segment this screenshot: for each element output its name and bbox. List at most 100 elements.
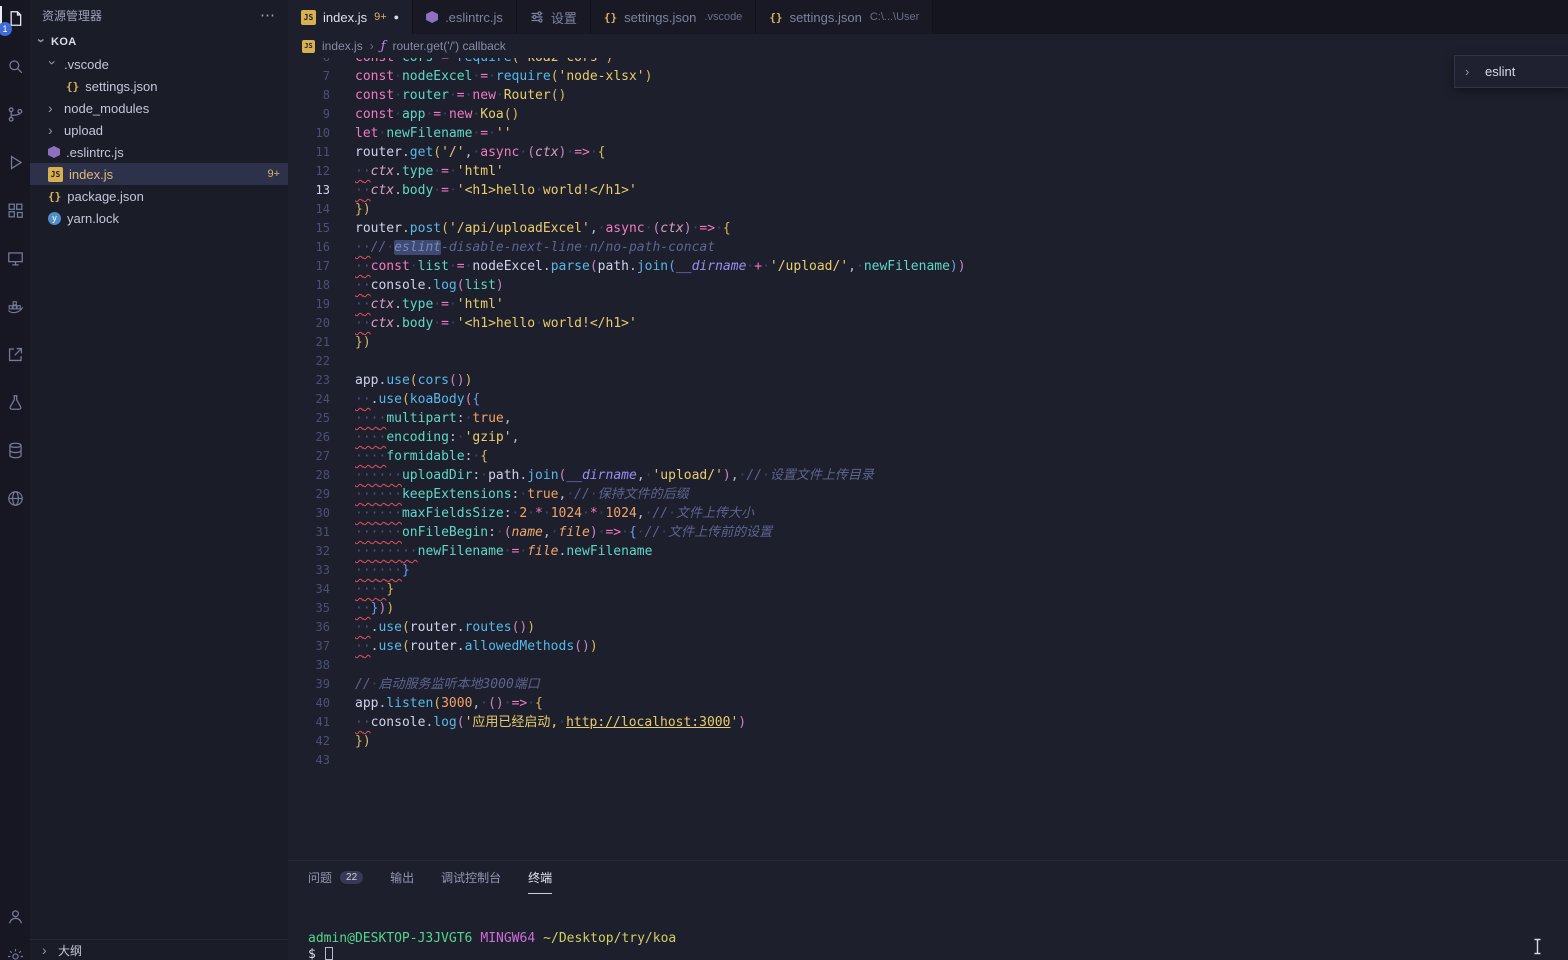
code-line[interactable]: 21}) [288, 333, 1568, 352]
code-line[interactable]: 32 ········newFilename·=·file.newFilename [288, 542, 1568, 561]
file-label: .eslintrc.js [66, 144, 124, 160]
chevron-down-icon: › [34, 37, 51, 43]
breadcrumb-file[interactable]: index.js [322, 39, 363, 53]
code-line[interactable]: 34 ····} [288, 580, 1568, 599]
code-line[interactable]: 19 ··ctx.type·=·'html' [288, 295, 1568, 314]
code-line[interactable]: 12 ··ctx.type·=·'html' [288, 162, 1568, 181]
code-editor[interactable]: 6const·cors·=·require('koa2-cors')7const… [288, 58, 1568, 860]
code-line[interactable]: 25 ····multipart:·true, [288, 409, 1568, 428]
tab-description: .vscode [704, 11, 743, 23]
tab-settings[interactable]: 设置 [516, 0, 591, 34]
panel-tab-problems[interactable]: 问题 22 [308, 861, 364, 894]
code-line[interactable]: 35 ··})) [288, 599, 1568, 618]
code-line[interactable]: 20 ··ctx.body·=·'<h1>hello·world!</h1>' [288, 314, 1568, 333]
tree-item-node-modules[interactable]: › node_modules [30, 97, 288, 119]
line-number: 13 [315, 183, 330, 197]
tab-settings-json-user[interactable]: {} settings.json C:\...\User [756, 0, 934, 34]
code-line[interactable]: 38 [288, 656, 1568, 675]
tab-index-js[interactable]: JS index.js 9+ ● [288, 0, 414, 34]
browser-preview-icon[interactable] [2, 485, 28, 511]
search-icon[interactable] [2, 53, 28, 79]
tree-item-settings-json[interactable]: {} settings.json [30, 75, 288, 97]
testing-icon[interactable] [2, 389, 28, 415]
tree-item-upload[interactable]: › upload [30, 119, 288, 141]
code-line[interactable]: 27 ····formidable:·{ [288, 447, 1568, 466]
more-actions-icon[interactable]: ⋯ [260, 6, 276, 24]
line-number: 33 [315, 563, 330, 577]
code-line[interactable]: 39//·启动服务监听本地3000端口 [288, 675, 1568, 694]
tree-item-index-js[interactable]: JS index.js 9+ [30, 163, 288, 185]
modified-dot-icon[interactable]: ● [394, 12, 399, 22]
extensions-icon[interactable] [2, 197, 28, 223]
tab-eslintrc[interactable]: .eslintrc.js [413, 0, 517, 34]
folder-label: node_modules [64, 100, 150, 116]
tree-item-package-json[interactable]: {} package.json [30, 185, 288, 207]
breadcrumb[interactable]: JS index.js › ƒ router.get('/') callback [288, 34, 1568, 58]
code-line[interactable]: 24 ··.use(koaBody({ [288, 390, 1568, 409]
docker-icon[interactable] [2, 293, 28, 319]
workspace-section-header[interactable]: › KOA [30, 30, 288, 53]
line-number: 18 [315, 278, 330, 292]
code-line[interactable]: 30 ······maxFieldsSize:·2·*·1024·*·1024,·… [288, 504, 1568, 523]
code-line[interactable]: 41 ··console.log('应用已经启动,·http://localhos… [288, 713, 1568, 732]
line-number: 39 [315, 677, 330, 691]
panel-tab-label: 输出 [390, 871, 415, 885]
code-line[interactable]: 37 ··.use(router.allowedMethods()) [288, 637, 1568, 656]
settings-gear-icon[interactable] [2, 943, 28, 960]
tree-item-vscode[interactable]: › .vscode [30, 53, 288, 75]
code-line[interactable]: 9 const·app·=·new·Koa() [288, 105, 1568, 124]
panel-tab-terminal[interactable]: 终端 [528, 861, 552, 894]
tree-item-eslintrc[interactable]: .eslintrc.js [30, 141, 288, 163]
code-line[interactable]: 23 app.use(cors()) [288, 371, 1568, 390]
file-label: yarn.lock [67, 210, 120, 226]
source-control-icon[interactable] [2, 101, 28, 127]
js-icon: JS [301, 9, 316, 25]
code-line[interactable]: 29 ······keepExtensions:·true,·//·保持文件的后缀 [288, 485, 1568, 504]
tab-settings-json-vscode[interactable]: {} settings.json .vscode [590, 0, 757, 34]
code-line[interactable]: 33 ······} [288, 561, 1568, 580]
line-number: 42 [315, 734, 330, 748]
code-line[interactable]: 15 router.post('/api/uploadExcel',·async·… [288, 219, 1568, 238]
run-debug-icon[interactable] [2, 149, 28, 175]
code-line[interactable]: 40 app.listen(3000,·()·=>·{ [288, 694, 1568, 713]
terminal[interactable]: admin@DESKTOP-J3JVGT6 MINGW64 ~/Desktop/tr… [288, 931, 1568, 960]
code-line[interactable]: 11 router.get('/',·async·(ctx)·=>·{ [288, 143, 1568, 162]
code-line[interactable]: 17 ··const·list·=·nodeExcel.parse(path.jo… [288, 257, 1568, 276]
database-icon[interactable] [2, 437, 28, 463]
eslint-icon [426, 11, 439, 23]
code-line[interactable]: 16 ··//·eslint-disable-next-line·n/no-pat… [288, 238, 1568, 257]
accounts-icon[interactable] [2, 903, 28, 929]
code-line[interactable]: 42}) [288, 732, 1568, 751]
panel-tab-debug-console[interactable]: 调试控制台 [441, 861, 501, 894]
code-line[interactable]: 28 ······uploadDir:·path.join(__dirname,·… [288, 466, 1568, 485]
code-line[interactable]: 7 const·nodeExcel·=·require('node-xlsx') [288, 67, 1568, 86]
tree-item-yarn-lock[interactable]: y yarn.lock [30, 207, 288, 229]
live-share-icon[interactable] [2, 341, 28, 367]
editor-group: JS index.js 9+ ● .eslintrc.js 设置 {} sett… [288, 0, 1568, 960]
code-lines: 6const·cors·=·require('koa2-cors')7const… [288, 58, 1568, 770]
line-number: 31 [315, 525, 330, 539]
outline-section[interactable]: › 大纲 [30, 939, 288, 960]
breadcrumb-symbol[interactable]: router.get('/') callback [393, 39, 506, 53]
code-line[interactable]: 22 [288, 352, 1568, 371]
code-line[interactable]: 36 ··.use(router.routes()) [288, 618, 1568, 637]
code-line[interactable]: 31 ······onFileBegin:·(name,·file)·=>·{·/… [288, 523, 1568, 542]
terminal-input-line[interactable]: $ [308, 947, 1568, 960]
line-number: 27 [315, 449, 330, 463]
code-line[interactable]: 26 ····encoding:·'gzip', [288, 428, 1568, 447]
code-line[interactable]: 8 const·router·=·new·Router() [288, 86, 1568, 105]
line-number: 15 [315, 221, 330, 235]
code-line[interactable]: 14}) [288, 200, 1568, 219]
code-line[interactable]: 6const·cors·=·require('koa2-cors') [288, 58, 1568, 67]
tab-label: index.js [323, 9, 368, 25]
remote-explorer-icon[interactable] [2, 245, 28, 271]
explorer-icon[interactable]: 1 [0, 5, 28, 36]
panel-tab-output[interactable]: 输出 [390, 861, 414, 894]
code-line[interactable]: 13 ··ctx.body·=·'<h1>hello·world!</h1>' [288, 181, 1568, 200]
terminal-cursor [324, 947, 333, 960]
json-icon: {} [769, 10, 783, 24]
code-line[interactable]: 18 ··console.log(list) [288, 276, 1568, 295]
code-line[interactable]: 43 [288, 751, 1568, 770]
eslint-list-item[interactable]: › eslint [1454, 55, 1568, 88]
code-line[interactable]: 10 let·newFilename·=·'' [288, 124, 1568, 143]
